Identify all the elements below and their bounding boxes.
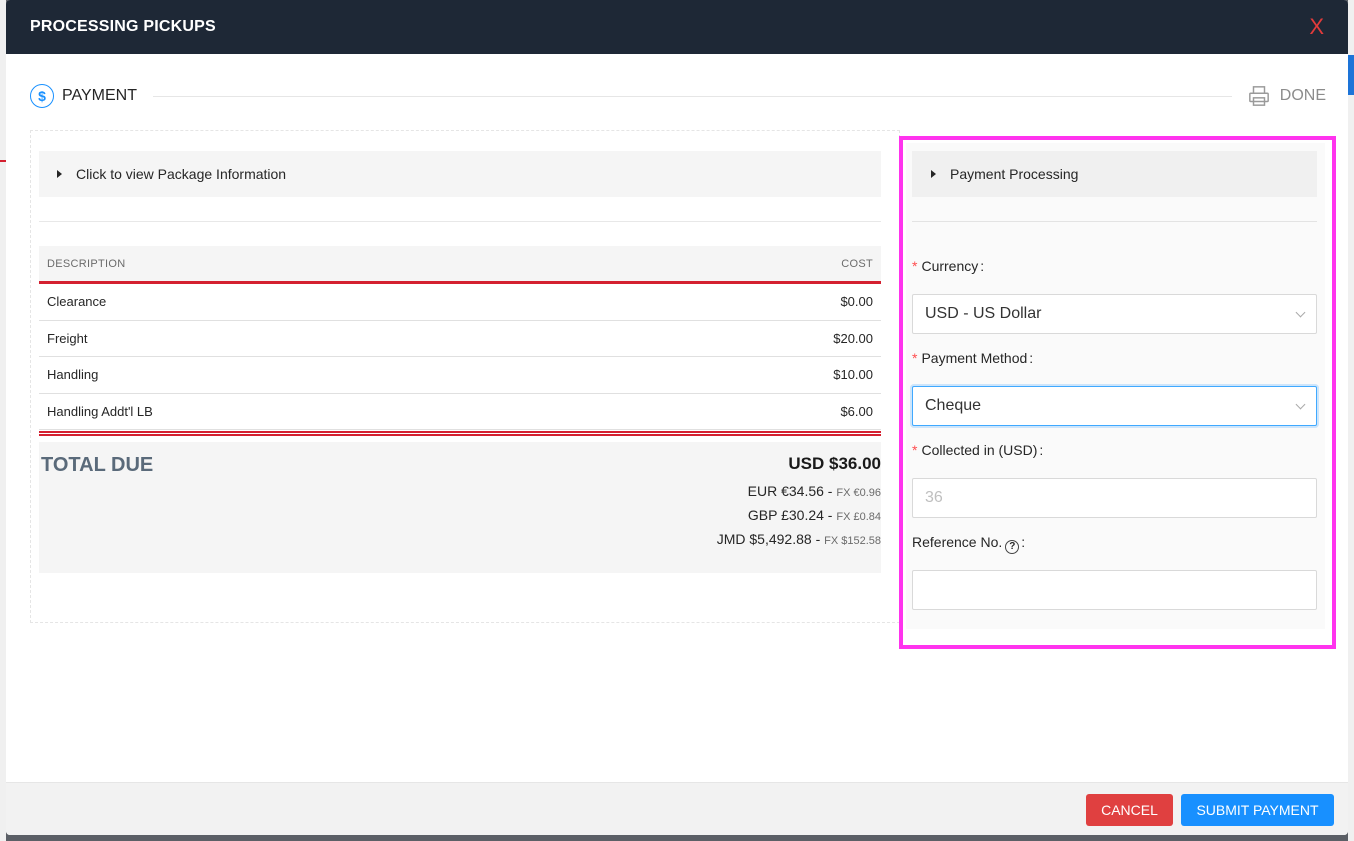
row-description: Handling: [47, 367, 99, 383]
package-info-label: Click to view Package Information: [76, 166, 287, 182]
section-divider: [39, 221, 881, 222]
total-due-amount: USD $36.00: [788, 454, 881, 473]
dollar-icon: $: [30, 84, 54, 108]
table-total-rule: [39, 431, 881, 436]
fx-amount: JMD $5,492.88 -: [716, 531, 821, 547]
modal-footer: CANCEL SUBMIT PAYMENT: [6, 782, 1348, 835]
cost-table: DESCRIPTION COST Clearance $0.00 Freight…: [39, 246, 881, 436]
row-description: Clearance: [47, 294, 107, 310]
total-due-label: TOTAL DUE: [41, 454, 154, 476]
submit-payment-button[interactable]: SUBMIT PAYMENT: [1181, 794, 1334, 826]
column-description: DESCRIPTION: [47, 257, 126, 270]
table-row: Handling Addt'l LB $6.00: [39, 394, 881, 430]
steps-divider: [152, 95, 1232, 97]
table-row: Handling $10.00: [39, 357, 881, 394]
step-done-label: DONE: [1279, 87, 1326, 104]
background-page-right: [1348, 0, 1354, 841]
fx-eur: EUR €34.56 - FX €0.96: [748, 483, 881, 499]
close-icon[interactable]: X: [1309, 16, 1324, 38]
step-payment-label: PAYMENT: [62, 87, 137, 104]
fx-rate: FX $152.58: [824, 535, 881, 547]
steps-bar: $ PAYMENT DONE: [30, 82, 1326, 110]
row-cost: $6.00: [840, 403, 873, 419]
table-row: Clearance $0.00: [39, 284, 881, 321]
fx-rate: FX €0.96: [836, 487, 881, 499]
row-description: Freight: [47, 330, 88, 346]
highlight-box: [899, 136, 1336, 649]
row-cost: $20.00: [833, 330, 873, 346]
cancel-button[interactable]: CANCEL: [1086, 794, 1173, 826]
fx-amount: GBP £30.24 -: [747, 507, 833, 523]
package-info-toggle[interactable]: Click to view Package Information: [39, 151, 881, 197]
fx-rate: FX £0.84: [836, 511, 881, 523]
cost-table-header: DESCRIPTION COST: [39, 246, 881, 284]
fx-gbp: GBP £30.24 - FX £0.84: [748, 507, 881, 523]
table-row: Freight $20.00: [39, 321, 881, 357]
modal-header: PROCESSING PICKUPS X: [6, 0, 1348, 54]
fx-amount: EUR €34.56 -: [747, 483, 833, 499]
background-blue-tab: [1348, 55, 1354, 95]
step-done: DONE: [1248, 85, 1326, 107]
caret-right-icon: [57, 170, 62, 178]
row-cost: $0.00: [840, 294, 873, 310]
row-description: Handling Addt'l LB: [47, 403, 153, 419]
modal-title: PROCESSING PICKUPS: [30, 18, 216, 35]
row-cost: $10.00: [833, 367, 873, 383]
totals-box: TOTAL DUE USD $36.00 EUR €34.56 - FX €0.…: [39, 442, 881, 573]
printer-icon: [1248, 86, 1269, 106]
payment-summary-panel: Click to view Package Information DESCRI…: [30, 130, 900, 623]
fx-jmd: JMD $5,492.88 - FX $152.58: [717, 531, 881, 547]
column-cost: COST: [841, 257, 873, 270]
